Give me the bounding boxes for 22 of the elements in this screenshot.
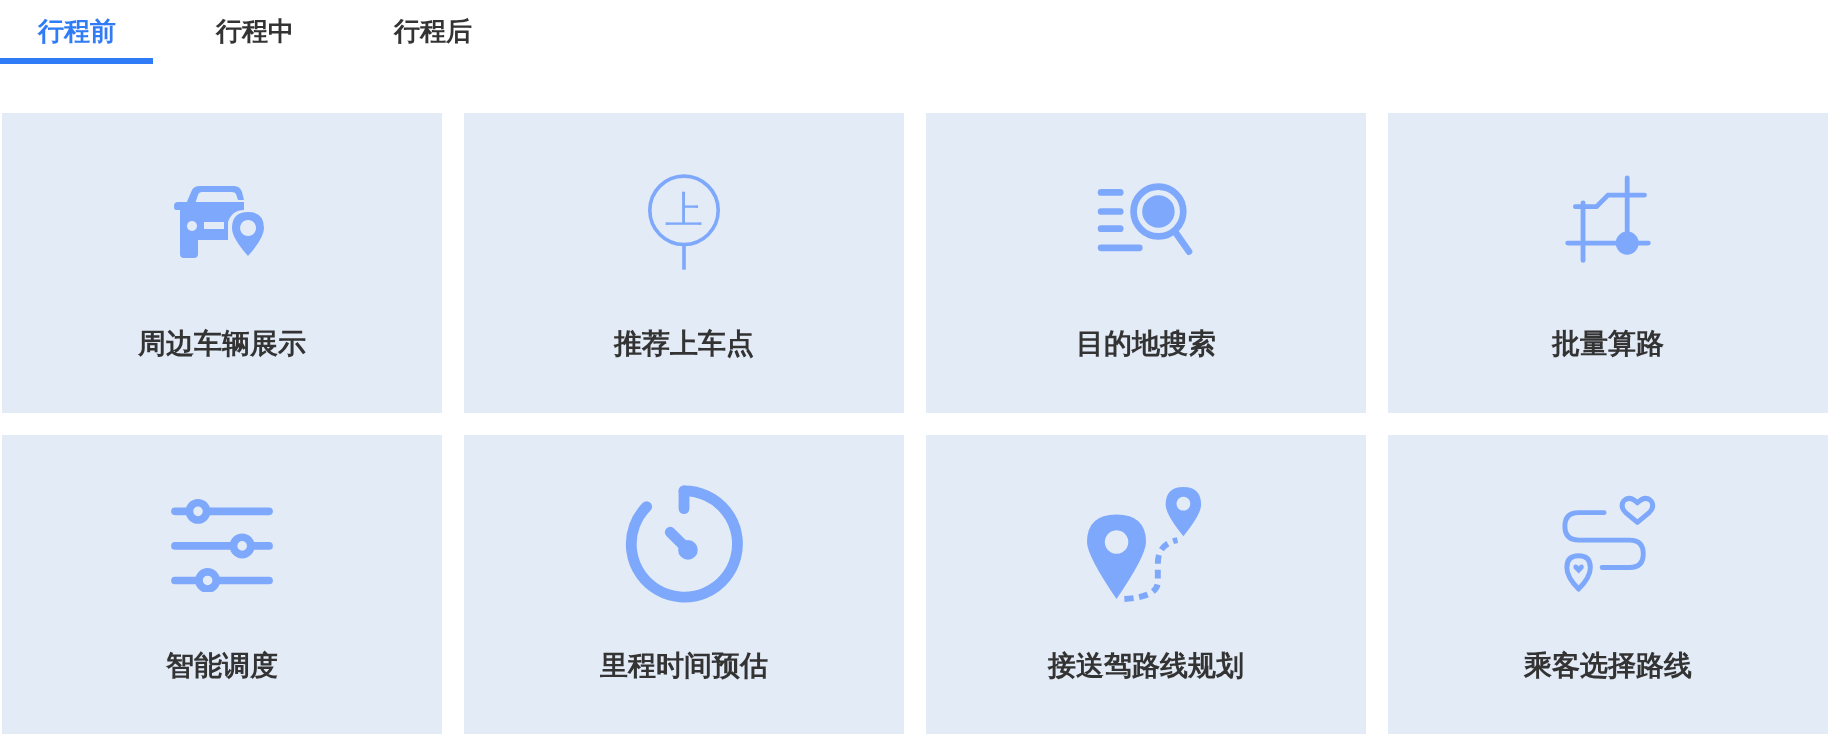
feature-title: 周边车辆展示: [138, 326, 306, 362]
feature-title: 接送驾路线规划: [1048, 648, 1244, 684]
feature-card[interactable]: 乘客选择路线: [1388, 435, 1828, 734]
feature-title: 批量算路: [1552, 326, 1664, 362]
feature-title: 里程时间预估: [600, 648, 768, 684]
feature-card[interactable]: 上 推荐上车点: [464, 113, 904, 413]
heart-route-icon: [1559, 495, 1657, 593]
tab[interactable]: 行程中: [178, 0, 331, 64]
feature-card[interactable]: 智能调度: [2, 435, 442, 734]
feature-card[interactable]: 里程时间预估: [464, 435, 904, 734]
feature-card[interactable]: 批量算路: [1388, 113, 1828, 413]
feature-title: 目的地搜索: [1076, 326, 1216, 362]
feature-title: 智能调度: [166, 648, 278, 684]
feature-card[interactable]: 周边车辆展示: [2, 113, 442, 413]
feature-card[interactable]: 接送驾路线规划: [926, 435, 1366, 734]
timer-icon: [625, 485, 743, 603]
feature-title: 推荐上车点: [614, 326, 754, 362]
feature-card[interactable]: 目的地搜索: [926, 113, 1366, 413]
tab[interactable]: 行程前: [0, 0, 153, 64]
sliders-icon: [169, 496, 275, 592]
tab[interactable]: 行程后: [356, 0, 509, 64]
feature-title: 乘客选择路线: [1524, 648, 1692, 684]
